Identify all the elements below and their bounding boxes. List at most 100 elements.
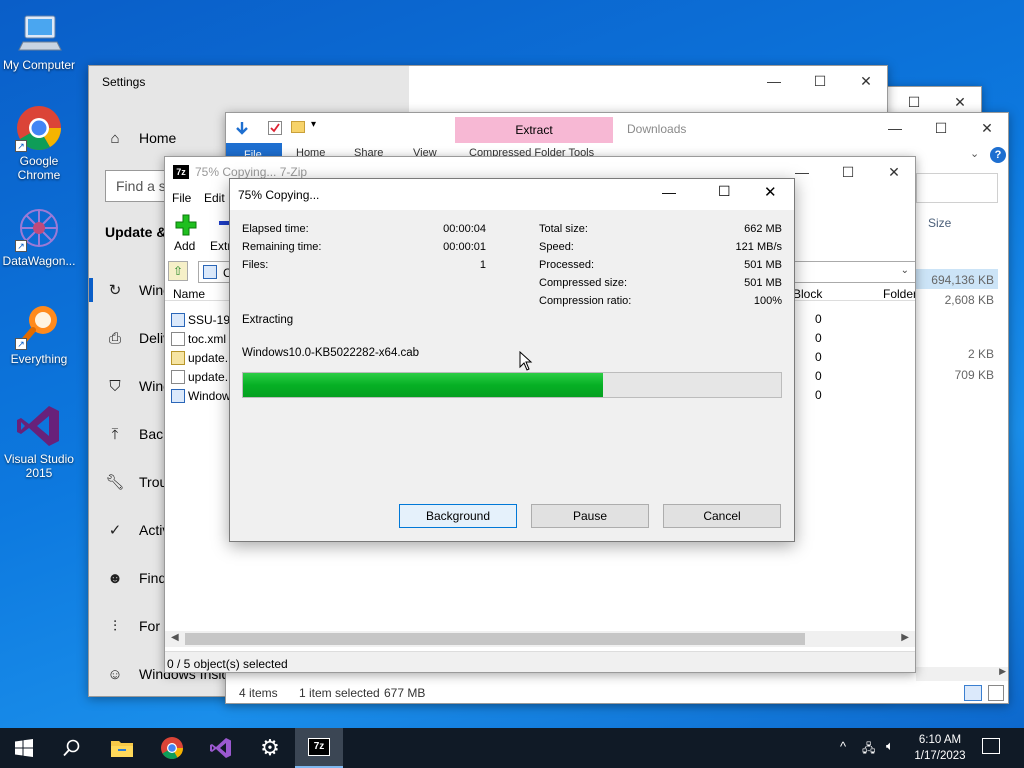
quick-access-dropdown-icon[interactable]: ▾ (311, 119, 316, 130)
column-folder[interactable]: Folder (883, 287, 915, 301)
file-name: Window (188, 388, 231, 403)
close-icon[interactable]: ✕ (871, 157, 915, 187)
action-label: Extracting (242, 314, 294, 326)
add-plus-icon[interactable] (175, 214, 197, 239)
maximize-icon[interactable]: ☐ (918, 113, 964, 143)
background-button[interactable]: Background (399, 504, 517, 528)
file-row[interactable]: toc.xml (171, 329, 226, 348)
extract-contextual-tab[interactable]: Extract (455, 117, 613, 143)
notifications-icon[interactable] (982, 738, 1000, 754)
desktop-icon-chrome[interactable]: ↗ Google Chrome (0, 104, 78, 182)
taskbar-visual-studio[interactable] (197, 728, 245, 768)
upload-icon: ⤒ (111, 425, 119, 443)
explorer-search-input[interactable] (916, 173, 998, 203)
show-hidden-icons-icon[interactable]: ^ (840, 739, 846, 754)
minimize-icon[interactable]: — (872, 113, 918, 143)
file-row[interactable]: SSU-190 (171, 310, 237, 329)
home-icon: ⌂ (110, 129, 120, 147)
properties-icon[interactable] (268, 121, 282, 135)
minimize-icon[interactable]: — (662, 184, 676, 200)
progress-bar (242, 372, 782, 398)
close-icon[interactable]: ✕ (843, 66, 887, 96)
desktop-icon-visual-studio[interactable]: Visual Studio 2015 (0, 402, 78, 480)
up-folder-icon[interactable]: ⇧ (168, 261, 188, 281)
chrome-icon (161, 737, 183, 759)
help-icon[interactable]: ? (990, 147, 1006, 163)
settings-item-troubleshoot[interactable]: 🔧︎ Trou (105, 472, 167, 492)
maximize-icon[interactable]: ☐ (825, 157, 871, 187)
file-row[interactable]: update. (171, 367, 228, 386)
menu-file[interactable]: File (172, 191, 191, 205)
size-cell: 2,608 KB (944, 293, 994, 307)
large-icons-view-icon[interactable] (988, 685, 1004, 701)
taskbar-chrome[interactable] (148, 728, 196, 768)
cab-file-icon (171, 388, 185, 403)
settings-item-backup[interactable]: ⤒ Back (105, 424, 170, 444)
horizontal-scrollbar[interactable]: ▶ (916, 666, 1008, 681)
item-label: Find (139, 570, 167, 586)
shield-icon: ⛉ (109, 377, 121, 395)
desktop-icon-label: DataWagon... (2, 254, 76, 268)
desktop-icon-label: Visual Studio 2015 (4, 452, 74, 480)
taskbar-file-explorer[interactable] (98, 728, 146, 768)
compression-ratio-label: Compression ratio: (539, 295, 632, 307)
desktop-icon-everything[interactable]: ↗ Everything (0, 302, 78, 366)
files-label: Files: (242, 259, 269, 271)
horizontal-scrollbar[interactable]: ◀ ▶ (165, 631, 915, 647)
chevron-down-icon[interactable]: ⌄ (901, 265, 909, 276)
pause-button[interactable]: Pause (531, 504, 649, 528)
taskbar: ⚙ 7z ^ 🖧︎ 🔈︎ 6:10 AM 1/17/2023 (0, 728, 1024, 768)
settings-item-find-device[interactable]: ☻ Find (105, 568, 166, 588)
progress-dialog[interactable]: 75% Copying... — ☐ ✕ Elapsed time: 00:00… (229, 178, 795, 542)
block-cell: 0 (815, 388, 822, 402)
scroll-left-icon[interactable]: ◀ (171, 632, 179, 643)
file-row[interactable]: Window (171, 386, 231, 405)
windows-logo-icon (15, 739, 33, 757)
maximize-icon[interactable]: ☐ (797, 66, 843, 96)
progress-fill (243, 373, 604, 397)
volume-icon[interactable]: 🔈︎ (886, 738, 894, 754)
refresh-icon: ↻ (108, 282, 122, 299)
search-icon (63, 739, 80, 757)
window-title: 75% Copying... 7-Zip (195, 165, 308, 179)
start-button[interactable] (0, 728, 48, 768)
maximize-icon[interactable]: ☐ (718, 183, 731, 200)
scroll-thumb[interactable] (185, 633, 805, 645)
search-button[interactable] (48, 728, 96, 768)
settings-item-windows-update[interactable]: ↻ Wind (105, 280, 171, 300)
scroll-right-icon[interactable]: ▶ (901, 632, 909, 643)
minimize-icon[interactable]: — (751, 66, 797, 96)
desktop-icon-datawagon[interactable]: ↗ DataWagon... (0, 204, 78, 268)
desktop-icon-my-computer[interactable]: My Computer (0, 8, 78, 72)
close-icon[interactable]: ✕ (964, 113, 1008, 143)
close-icon[interactable]: ✕ (764, 183, 777, 201)
network-icon[interactable]: 🖧︎ (862, 739, 875, 760)
settings-item-windows-security[interactable]: ⛉ Wind (105, 376, 171, 396)
computer-icon (15, 8, 63, 56)
taskbar-7zip[interactable]: 7z (295, 728, 343, 768)
elapsed-value: 00:00:04 (443, 223, 486, 235)
home-label: Home (139, 130, 177, 146)
expand-ribbon-icon[interactable]: ⌄ (970, 147, 979, 160)
file-row[interactable]: update. (171, 348, 228, 367)
settings-item-for-developers[interactable]: ⫶ For d (105, 616, 172, 636)
mouse-cursor-icon (519, 350, 533, 374)
cancel-button[interactable]: Cancel (663, 504, 781, 528)
processed-label: Processed: (539, 259, 595, 271)
column-size[interactable]: Size (928, 216, 951, 230)
column-block[interactable]: Block (793, 287, 822, 301)
menu-edit[interactable]: Edit (204, 191, 225, 205)
toolbar-add-label[interactable]: Add (174, 239, 195, 253)
scroll-right-icon[interactable]: ▶ (999, 666, 1006, 677)
column-name[interactable]: Name (173, 287, 205, 301)
taskbar-settings[interactable]: ⚙ (246, 728, 294, 768)
settings-item-delivery[interactable]: ⎙ Deliv (105, 328, 170, 348)
settings-item-activation[interactable]: ✓ Activ (105, 520, 170, 540)
settings-home[interactable]: ⌂ Home (105, 128, 176, 148)
details-view-icon[interactable] (964, 685, 982, 701)
folder-icon[interactable] (291, 121, 305, 133)
size-cell: 694,136 KB (931, 273, 994, 287)
chrome-icon: ↗ (15, 104, 63, 152)
clock[interactable]: 6:10 AM 1/17/2023 (905, 732, 975, 764)
remaining-label: Remaining time: (242, 241, 322, 253)
